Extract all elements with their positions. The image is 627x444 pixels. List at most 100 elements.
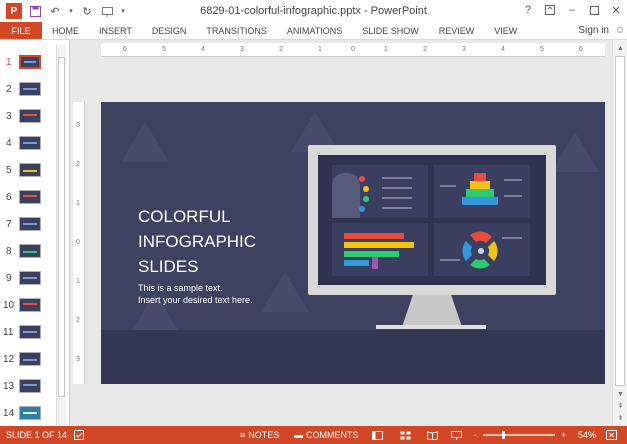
help-icon[interactable]: ? xyxy=(517,0,539,20)
tab-home[interactable]: HOME xyxy=(42,22,89,39)
next-slide-icon[interactable]: ⇟ xyxy=(613,412,627,424)
zoom-slider[interactable] xyxy=(483,431,555,439)
slide-thumbnail-6[interactable]: 6 xyxy=(0,189,56,209)
slide-subtitle[interactable]: This is a sample text. Insert your desir… xyxy=(138,282,298,306)
tab-slide-show[interactable]: SLIDE SHOW xyxy=(352,22,429,39)
slide-counter: SLIDE 1 OF 14 xyxy=(6,430,68,440)
thumbnail-image xyxy=(19,325,41,339)
slide-thumbnail-2[interactable]: 2 xyxy=(0,81,56,101)
ruler-tick-label: 3 xyxy=(462,46,466,53)
ruler-tick-label: 6 xyxy=(579,46,583,53)
slide-thumbnail-8[interactable]: 8 xyxy=(0,243,56,263)
comments-button[interactable]: ▬ COMMENTS xyxy=(294,430,359,440)
tab-file[interactable]: FILE xyxy=(0,22,42,39)
horizontal-ruler: 6 5 4 3 2 1 0 1 2 3 4 5 6 xyxy=(101,43,605,57)
ruler-tick-label: 6 xyxy=(123,46,127,53)
tab-animations[interactable]: ANIMATIONS xyxy=(277,22,352,39)
ruler-tick-label: 2 xyxy=(76,161,80,168)
notes-button[interactable]: ≡ NOTES xyxy=(240,430,279,440)
minimize-icon[interactable]: – xyxy=(561,0,583,20)
background-triangle xyxy=(121,122,169,162)
undo-icon[interactable]: ↶ xyxy=(48,4,62,18)
subtitle-line: This is a sample text. xyxy=(138,283,223,293)
ruler-tick-label: 1 xyxy=(76,278,80,285)
slide-number: 8 xyxy=(6,246,12,257)
scroll-thumb[interactable] xyxy=(58,57,65,397)
slide-title[interactable]: COLORFUL INFOGRAPHIC SLIDES xyxy=(138,204,288,279)
customize-qat-icon[interactable]: ▾ xyxy=(120,4,126,18)
ruler-tick-label: 4 xyxy=(201,46,205,53)
quick-access-toolbar: P ↶ ▾ ↻ ▾ xyxy=(0,3,126,19)
undo-dropdown-icon[interactable]: ▾ xyxy=(68,4,74,18)
mini-slide-preview xyxy=(434,165,530,218)
ruler-tick-label: 5 xyxy=(540,46,544,53)
slide-thumbnail-5[interactable]: 5 xyxy=(0,162,56,182)
thumbnail-image xyxy=(19,163,41,177)
redo-icon[interactable]: ↻ xyxy=(80,4,94,18)
fit-to-window-icon[interactable] xyxy=(606,430,617,440)
slide-thumbnail-14[interactable]: 14 xyxy=(0,405,56,425)
spell-check-icon[interactable] xyxy=(74,430,84,440)
slide-thumbnail-9[interactable]: 9 xyxy=(0,270,56,290)
zoom-level[interactable]: 54% xyxy=(578,430,596,440)
monitor-screen xyxy=(318,155,546,285)
slide-number: 4 xyxy=(6,138,12,149)
ribbon-display-icon[interactable] xyxy=(539,0,561,20)
thumbnail-scrollbar[interactable] xyxy=(56,45,66,425)
scroll-thumb[interactable] xyxy=(615,56,625,386)
slideshow-view-icon[interactable] xyxy=(451,430,462,440)
slide-number: 13 xyxy=(3,381,15,392)
tab-review[interactable]: REVIEW xyxy=(429,22,485,39)
mini-slide-preview xyxy=(434,223,530,276)
close-icon[interactable]: ✕ xyxy=(605,0,627,20)
slide-scrollbar[interactable]: ▲ ▼ ⇞ ⇟ xyxy=(612,40,627,426)
tab-insert[interactable]: INSERT xyxy=(89,22,142,39)
slide-thumbnail-1[interactable]: 1 xyxy=(0,54,56,74)
powerpoint-logo: P xyxy=(6,3,22,19)
zoom-slider-knob[interactable] xyxy=(502,431,505,439)
save-icon[interactable] xyxy=(28,4,42,18)
mini-slide-preview xyxy=(332,165,428,218)
slide-thumbnail-13[interactable]: 13 xyxy=(0,378,56,398)
monitor-graphic xyxy=(308,145,556,295)
ruler-tick-label: 4 xyxy=(501,46,505,53)
notes-icon: ≡ xyxy=(240,430,246,440)
slide-thumbnail-4[interactable]: 4 xyxy=(0,135,56,155)
ribbon-tabs: FILE HOME INSERT DESIGN TRANSITIONS ANIM… xyxy=(0,22,627,40)
title-line: COLORFUL xyxy=(138,207,231,226)
maximize-icon[interactable] xyxy=(583,0,605,20)
scroll-down-icon[interactable]: ▼ xyxy=(613,388,627,400)
slide-number: 14 xyxy=(3,408,15,419)
title-bar: P ↶ ▾ ↻ ▾ 6829-01-colorful-infographic.p… xyxy=(0,0,627,22)
zoom-in-button[interactable]: + xyxy=(561,430,566,440)
slide-number: 2 xyxy=(6,84,12,95)
tab-view[interactable]: VIEW xyxy=(484,22,527,39)
thumbnail-image xyxy=(19,190,41,204)
feedback-smiley-icon[interactable]: ☺ xyxy=(613,22,627,39)
tab-transitions[interactable]: TRANSITIONS xyxy=(196,22,277,39)
reading-view-icon[interactable] xyxy=(427,430,438,440)
slide-floor-band xyxy=(101,330,605,384)
slide-canvas[interactable]: COLORFUL INFOGRAPHIC SLIDES This is a sa… xyxy=(101,102,605,384)
slide-thumbnail-12[interactable]: 12 xyxy=(0,351,56,371)
subtitle-line: Insert your desired text here. xyxy=(138,295,253,305)
sign-in-link[interactable]: Sign in xyxy=(578,22,613,39)
slide-number: 12 xyxy=(3,354,15,365)
slide-number: 6 xyxy=(6,192,12,203)
slideshow-from-start-icon[interactable] xyxy=(100,4,114,18)
zoom-out-button[interactable]: - xyxy=(474,430,477,440)
slide-number: 7 xyxy=(6,219,12,230)
comments-label: COMMENTS xyxy=(306,430,359,440)
ruler-tick-label: 0 xyxy=(76,239,80,246)
thumbnail-image xyxy=(19,217,41,231)
scroll-up-icon[interactable]: ▲ xyxy=(613,42,627,54)
previous-slide-icon[interactable]: ⇞ xyxy=(613,400,627,412)
slide-sorter-icon[interactable] xyxy=(400,431,411,440)
slide-thumbnail-3[interactable]: 3 xyxy=(0,108,56,128)
tab-design[interactable]: DESIGN xyxy=(142,22,197,39)
slide-thumbnail-7[interactable]: 7 xyxy=(0,216,56,236)
normal-view-icon[interactable] xyxy=(372,430,383,440)
slide-thumbnail-11[interactable]: 11 xyxy=(0,324,56,344)
slide-thumbnail-10[interactable]: 10 xyxy=(0,297,56,317)
thumbnail-image xyxy=(19,136,41,150)
